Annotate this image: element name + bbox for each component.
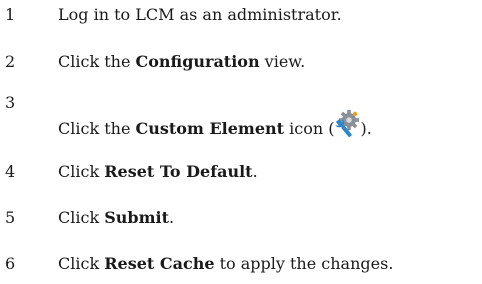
ui-term-submit: Submit xyxy=(104,208,169,227)
step-2: 2 Click the Configuration view. xyxy=(0,52,482,82)
step-number: 5 xyxy=(5,208,16,227)
step-5: 5 Click Submit. xyxy=(0,208,482,238)
custom-element-icon xyxy=(334,110,360,140)
step-6: 6 Click Reset Cache to apply the changes… xyxy=(0,254,482,284)
step-text-pre: Click xyxy=(58,208,105,227)
step-number: 1 xyxy=(5,5,16,24)
step-number: 6 xyxy=(5,254,16,273)
step-4: 4 Click Reset To Default. xyxy=(0,162,482,192)
step-text: Click Reset To Default. xyxy=(58,162,258,182)
step-number: 4 xyxy=(5,162,16,181)
step-text-mid: icon ( xyxy=(284,119,335,138)
step-text: Click the Configuration view. xyxy=(58,52,305,72)
step-text: Click Submit. xyxy=(58,208,174,228)
step-text-post: to apply the changes. xyxy=(214,254,394,273)
step-text-pre: Click xyxy=(58,162,105,181)
step-text: Click Reset Cache to apply the changes. xyxy=(58,254,393,274)
step-text: Click the Custom Element icon (). xyxy=(58,110,372,140)
step-3: 3 Click the Custom Element icon (). xyxy=(0,93,482,138)
step-text-pre: Click the xyxy=(58,52,136,71)
ui-term-reset-to-default: Reset To Default xyxy=(104,162,253,181)
step-1: 1 Log in to LCM as an administrator. xyxy=(0,5,482,35)
step-number: 3 xyxy=(5,93,16,112)
step-text-post: . xyxy=(169,208,175,227)
step-text-pre: Click the xyxy=(58,119,136,138)
step-text-pre: Click xyxy=(58,254,105,273)
ui-term-custom-element: Custom Element xyxy=(135,119,285,138)
ui-term-reset-cache: Reset Cache xyxy=(104,254,215,273)
ui-term-configuration: Configuration xyxy=(135,52,260,71)
step-number: 2 xyxy=(5,52,16,71)
step-text-post: view. xyxy=(259,52,306,71)
step-text-post: ). xyxy=(360,119,372,138)
step-text-plain: Log in to LCM as an administrator. xyxy=(58,5,342,24)
step-text: Log in to LCM as an administrator. xyxy=(58,5,342,25)
wrench-gear-icon xyxy=(335,110,360,137)
step-text-post: . xyxy=(252,162,258,181)
